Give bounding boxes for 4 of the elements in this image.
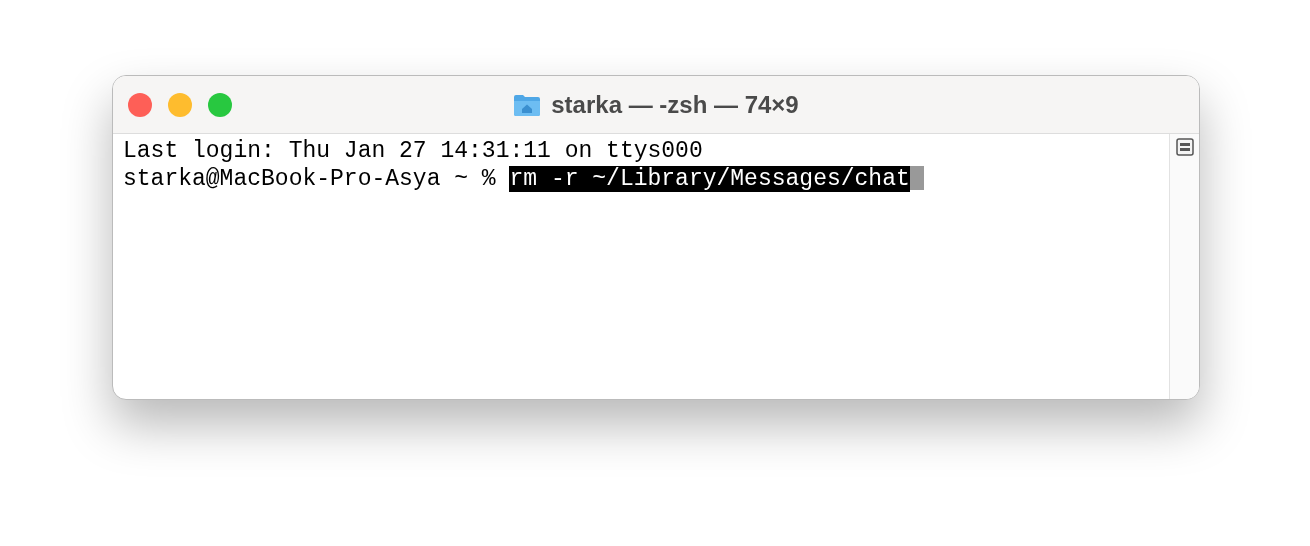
shell-prompt: starka@MacBook-Pro-Asya ~ % [123, 166, 496, 192]
command-text: rm -r ~/Library/Messages/chat [509, 166, 910, 192]
terminal-output: Last login: Thu Jan 27 14:31:11 on ttys000 [123, 138, 703, 164]
window-title: starka — -zsh — 74×9 [551, 90, 799, 119]
